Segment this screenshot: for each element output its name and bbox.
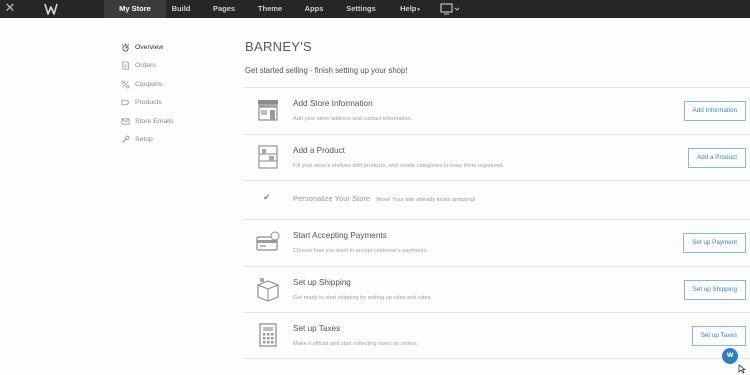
credit-card-icon — [256, 231, 280, 251]
sidebar-item-orders[interactable]: Orders — [121, 57, 231, 76]
sidebar-item-label: Products — [135, 99, 162, 107]
add-product-button[interactable]: Add a Product — [688, 147, 746, 168]
task-description: Make it official and start collecting ta… — [293, 341, 419, 347]
overview-icon — [122, 43, 129, 52]
task-accept-payments: Start Accepting Payments Choose how you … — [243, 219, 750, 266]
tag-icon — [121, 100, 130, 106]
set-up-payment-button[interactable]: Set up Payment — [683, 233, 746, 253]
sidebar-item-label: Store Emails — [135, 117, 174, 125]
task-add-product: Add a Product Fill your store's shelves … — [243, 133, 750, 181]
set-up-taxes-button[interactable]: Set up Taxes — [691, 326, 746, 346]
store-sidebar: Overview Orders Coupons Products Store E… — [121, 38, 231, 149]
store-subtitle: Get started selling - finish setting up … — [245, 66, 408, 75]
close-icon[interactable]: ✕ — [4, 2, 16, 16]
wrench-icon — [122, 135, 130, 143]
task-add-store-information: Add Store Information Add your store add… — [243, 87, 750, 134]
mouse-cursor-icon — [738, 364, 746, 374]
tab-theme[interactable]: Theme — [254, 0, 286, 18]
help-chat-icon[interactable]: W — [722, 348, 738, 364]
orders-icon — [122, 61, 130, 70]
task-title: Start Accepting Payments — [293, 231, 387, 240]
email-icon — [121, 118, 130, 125]
tab-pages[interactable]: Pages — [208, 0, 240, 18]
task-description: Choose how you want to accept customer's… — [293, 248, 429, 254]
sidebar-item-label: Setup — [135, 136, 153, 144]
tab-apps[interactable]: Apps — [300, 0, 328, 18]
add-information-button[interactable]: Add Information — [683, 101, 746, 121]
device-preview-icon[interactable] — [440, 3, 460, 15]
sidebar-item-setup[interactable]: Setup — [121, 131, 231, 150]
tab-help[interactable]: Help▾ — [394, 0, 426, 18]
sidebar-item-products[interactable]: Products — [121, 94, 231, 113]
task-title: Personalize Your Store — [293, 194, 371, 203]
percent-icon — [121, 80, 130, 89]
tab-build[interactable]: Build — [166, 0, 196, 18]
task-set-up-taxes: Set up Taxes Make it official and start … — [243, 312, 750, 359]
task-title: Add Store Information — [293, 99, 373, 108]
top-navigation-bar: ✕ My Store Build Pages Theme Apps Settin… — [0, 0, 750, 18]
tab-help-label: Help — [400, 4, 417, 13]
shipping-box-icon — [257, 277, 279, 302]
tab-settings[interactable]: Settings — [342, 0, 380, 18]
task-title-row: Personalize Your Store Wow! Your site alr… — [293, 194, 475, 203]
sidebar-item-label: Overview — [135, 43, 164, 51]
check-icon: ✔ — [263, 193, 271, 203]
setup-task-list: Add Store Information Add your store add… — [243, 87, 750, 359]
task-description: Wow! Your site already looks amazing! — [376, 197, 476, 203]
task-title: Set up Taxes — [293, 324, 341, 333]
product-shelf-icon — [258, 144, 278, 169]
task-title: Add a Product — [293, 145, 345, 155]
set-up-shipping-button[interactable]: Set up Shipping — [683, 279, 746, 300]
sidebar-item-label: Orders — [135, 62, 156, 70]
store-title: BARNEY'S — [245, 39, 313, 54]
task-title: Set up Shipping — [293, 277, 351, 287]
tab-my-store[interactable]: My Store — [104, 0, 166, 18]
task-description: Fill your store's shelves with products,… — [293, 162, 504, 169]
task-set-up-shipping: Set up Shipping Get ready to start shipp… — [243, 265, 750, 313]
weebly-logo-icon[interactable] — [44, 3, 58, 15]
sidebar-item-coupons[interactable]: Coupons — [121, 75, 231, 94]
storefront-icon — [258, 100, 278, 121]
chevron-down-icon: ▾ — [417, 7, 420, 13]
calculator-icon — [259, 323, 277, 347]
sidebar-item-store-emails[interactable]: Store Emails — [121, 112, 231, 131]
task-personalize-store: ✔ Personalize Your Store Wow! Your site a… — [243, 180, 750, 219]
task-description: Add your store address and contact infor… — [293, 116, 413, 122]
task-description: Get ready to start shipping by setting u… — [293, 294, 432, 301]
sidebar-item-overview[interactable]: Overview — [121, 38, 231, 57]
sidebar-item-label: Coupons — [135, 80, 163, 88]
